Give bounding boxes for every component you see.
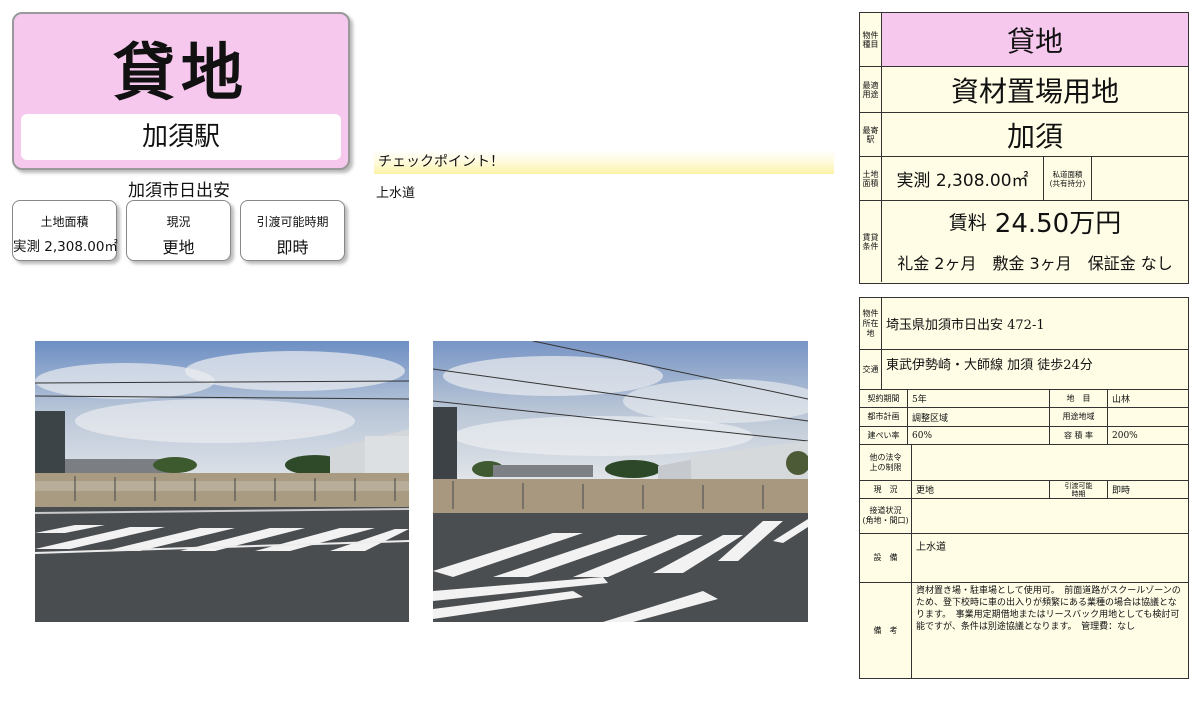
title-card: 貸地 加須駅 [12, 12, 350, 170]
summary-row-type: 物件種目 貸地 [860, 13, 1188, 67]
summary-rent: 賃料 24.50万円 [882, 201, 1188, 241]
info-box-label: 土地面積 [40, 215, 89, 229]
summary-type-value: 貸地 [1006, 24, 1063, 58]
detail-label-city-plan: 都市計画 [860, 408, 908, 427]
rent-value: 24.50万円 [994, 208, 1122, 239]
detail-label-other-law: 他の法令 上の制限 [860, 445, 912, 481]
detail-city-plan-value: 調整区域 [908, 408, 1050, 427]
detail-other-law-value [912, 445, 1188, 481]
summary-table: 物件種目 貸地 最適用途 資材置場用地 最寄駅 加須 土地面積 実測 2,308… [859, 12, 1189, 284]
summary-label: 最寄駅 [860, 113, 882, 156]
rent-prefix: 賃料 [948, 211, 987, 234]
summary-private-road-label: 私道面積 (共有持分) [1044, 157, 1092, 200]
address-line: 加須市日出安 [128, 181, 230, 201]
info-box-land-area: 土地面積 実測 2,308.00㎡ [12, 200, 118, 261]
summary-label: 物件種目 [860, 13, 882, 66]
nearest-station-label: 加須駅 [21, 114, 341, 160]
detail-remarks-value: 資材置き場・駐車場として使用可。 前面道路がスクールゾーンのため、登下校時に車の… [916, 586, 1181, 632]
detail-road-value [912, 499, 1188, 534]
detail-label-bcr: 建ぺい率 [860, 427, 908, 445]
detail-far-value: 200% [1108, 427, 1188, 445]
detail-label-far: 容 積 率 [1050, 427, 1108, 445]
detail-facilities-value: 上水道 [912, 534, 1188, 583]
checkpoint-item: 上水道 [376, 186, 416, 201]
info-box-handover: 引渡可能時期 即時 [240, 200, 345, 261]
property-type-title: 貸地 [112, 36, 249, 109]
detail-label-road: 接道状況 (角地・間口) [860, 499, 912, 534]
summary-use-value: 資材置場用地 [950, 74, 1119, 108]
summary-label: 最適用途 [860, 67, 882, 112]
summary-row-station: 最寄駅 加須 [860, 113, 1188, 157]
detail-label-zoning: 用途地域 [1050, 408, 1108, 427]
detail-label-facilities: 設 備 [860, 534, 912, 583]
info-box-value: 更地 [162, 238, 195, 257]
summary-label: 賃貸条件 [860, 201, 882, 282]
info-box-value: 実測 2,308.00㎡ [13, 239, 118, 255]
detail-label-remarks: 備 考 [860, 583, 912, 678]
detail-zoning-value [1108, 408, 1188, 427]
checkpoint-heading: チェックポイント！ [374, 150, 834, 174]
detail-label-location: 物件所在地 [860, 298, 882, 350]
land-photo-2 [433, 341, 808, 622]
detail-label-handover: 引渡可能 時期 [1050, 481, 1108, 499]
detail-location-value: 埼玉県加須市日出安 472-1 [882, 298, 1188, 350]
summary-station-value: 加須 [1006, 119, 1063, 153]
info-box-label: 引渡可能時期 [256, 215, 329, 229]
detail-label-traffic: 交通 [860, 350, 882, 390]
detail-chimoku-value: 山林 [1108, 390, 1188, 408]
info-box-value: 即時 [276, 238, 309, 257]
detail-handover-value: 即時 [1108, 481, 1188, 499]
summary-label: 土地面積 [860, 157, 882, 200]
detail-label-status: 現 況 [860, 481, 912, 499]
summary-row-lease: 賃貸条件 賃料 24.50万円 礼金 2ヶ月 敷金 3ヶ月 保証金 なし [860, 201, 1188, 282]
lease-conditions: 礼金 2ヶ月 敷金 3ヶ月 保証金 なし [897, 254, 1173, 273]
summary-area-value: 実測 2,308.00㎡ [882, 157, 1044, 200]
summary-row-area: 土地面積 実測 2,308.00㎡ 私道面積 (共有持分) [860, 157, 1188, 201]
detail-status-value: 更地 [912, 481, 1050, 499]
detail-table: 物件所在地 埼玉県加須市日出安 472-1 交通 東武伊勢崎・大師線 加須 徒歩… [859, 297, 1189, 679]
summary-row-use: 最適用途 資材置場用地 [860, 67, 1188, 113]
info-box-current-status: 現況 更地 [126, 200, 231, 261]
detail-bcr-value: 60% [908, 427, 1050, 445]
detail-traffic-value: 東武伊勢崎・大師線 加須 徒歩24分 [882, 350, 1188, 390]
detail-label-chimoku: 地 目 [1050, 390, 1108, 408]
land-photo-1 [35, 341, 409, 622]
detail-contract-value: 5年 [908, 390, 1050, 408]
info-box-label: 現況 [166, 215, 191, 229]
detail-label-contract: 契約期間 [860, 390, 908, 408]
